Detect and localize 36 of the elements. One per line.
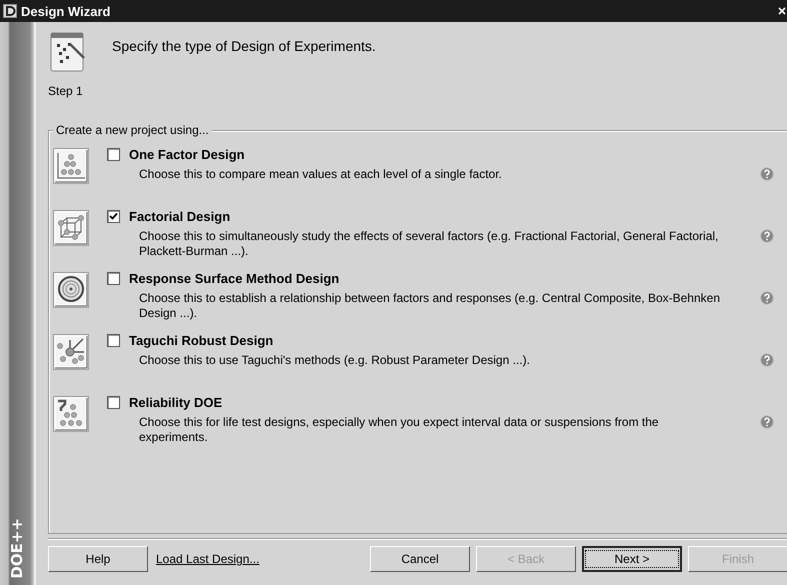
checkbox[interactable]: [107, 148, 120, 161]
close-icon[interactable]: [778, 6, 787, 16]
help-button[interactable]: Help: [48, 546, 148, 572]
help-icon[interactable]: [760, 167, 774, 181]
option-title[interactable]: Factorial Design: [129, 209, 724, 224]
help-icon[interactable]: [760, 415, 774, 429]
wizard-button[interactable]: Next >: [582, 546, 682, 572]
checkbox[interactable]: [107, 334, 120, 347]
help-icon[interactable]: [760, 291, 774, 305]
app-icon: [3, 4, 17, 18]
option-description: Choose this for life test designs, especially when you expect interval data or suspensions from the experiments.: [138, 415, 660, 445]
window-title: Design Wizard: [21, 4, 112, 18]
group-legend: Create a new project using...: [53, 123, 212, 137]
cube-icon: [53, 210, 89, 246]
instruction-text: Specify the type of Design of Experiments.: [112, 37, 376, 56]
wizard-button[interactable]: Cancel: [370, 546, 470, 572]
step-label: Step 1: [48, 84, 84, 98]
option-title[interactable]: Taguchi Robust Design: [129, 333, 724, 348]
checkbox[interactable]: [107, 272, 120, 285]
dots-icon: [53, 396, 89, 432]
help-icon[interactable]: [760, 353, 774, 367]
product-label: DOE++: [8, 518, 26, 579]
help-icon[interactable]: [760, 229, 774, 243]
option-title[interactable]: One Factor Design: [129, 147, 724, 162]
option-description: Choose this to compare mean values at each level of a single factor.: [138, 167, 503, 182]
option-title[interactable]: Reliability DOE: [129, 395, 724, 410]
checkbox[interactable]: [107, 396, 120, 409]
option-description: Choose this to simultaneously study the effects of several factors (e.g. Fractional Factorial, General Factorial, Plackett-Burman ...).: [138, 229, 720, 259]
dots-icon: [53, 148, 89, 184]
target-icon: [53, 272, 89, 308]
load-last-design-link[interactable]: Load Last Design...: [156, 552, 260, 566]
option-description: Choose this to establish a relationship between factors and responses (e.g. Central Composite, Box-Behnken Design ...).: [138, 291, 721, 321]
option-title[interactable]: Response Surface Method Design: [129, 271, 724, 286]
checkbox[interactable]: [107, 210, 120, 223]
option-description: Choose this to use Taguchi's methods (e.g. Robust Parameter Design ...).: [138, 353, 531, 368]
scatter-icon: [53, 334, 89, 370]
